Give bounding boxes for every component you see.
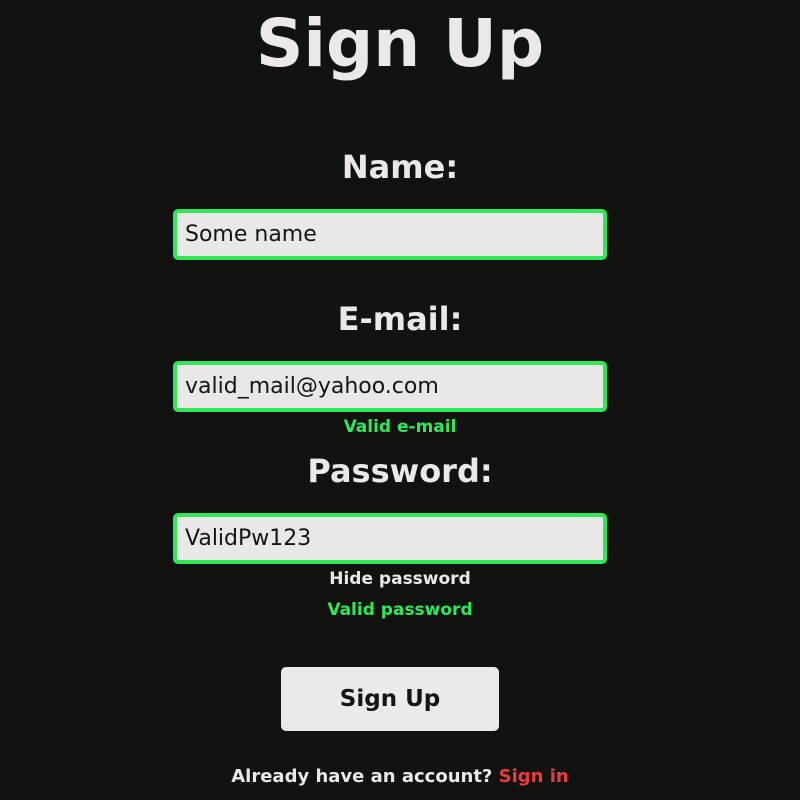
sign-in-link[interactable]: Sign in xyxy=(499,766,569,787)
hide-password-toggle[interactable]: Hide password xyxy=(0,568,800,590)
signin-prompt-text: Already have an account? xyxy=(231,766,493,787)
email-label: E-mail: xyxy=(337,300,463,338)
email-validation-message: Valid e-mail xyxy=(343,417,457,437)
signin-prompt: Already have an account? Sign in xyxy=(0,765,800,789)
name-field[interactable] xyxy=(173,209,607,260)
signup-page: Sign Up Name: E-mail: Valid e-mail Passw… xyxy=(0,0,800,800)
password-field[interactable] xyxy=(173,513,607,564)
email-field[interactable] xyxy=(173,361,607,412)
sign-up-button[interactable]: Sign Up xyxy=(281,667,499,731)
page-title: Sign Up xyxy=(255,5,545,82)
name-label: Name: xyxy=(341,148,459,186)
password-validation-message: Valid password xyxy=(327,600,473,620)
password-label: Password: xyxy=(307,452,493,490)
